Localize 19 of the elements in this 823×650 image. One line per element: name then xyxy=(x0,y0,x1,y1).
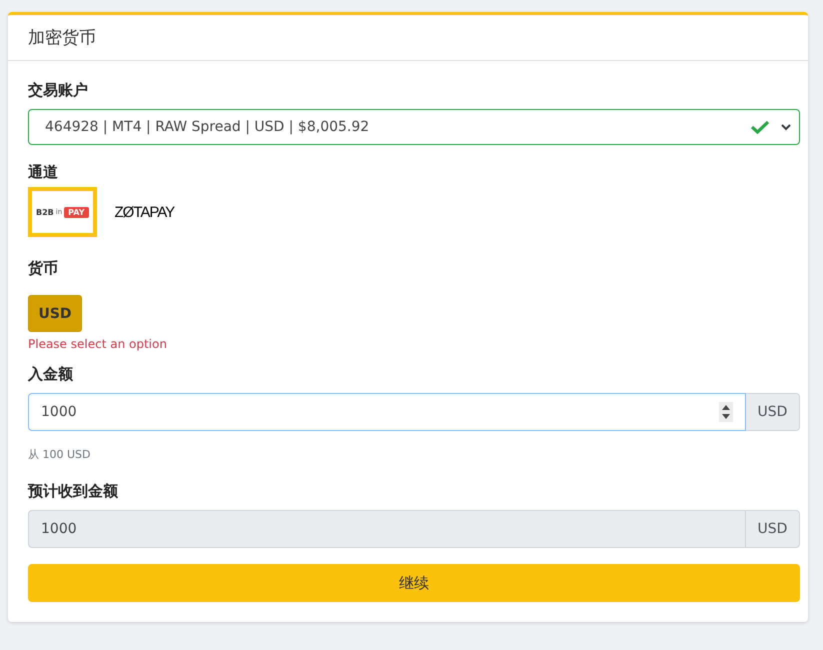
error-message: Please select an option xyxy=(28,337,167,351)
spinner-icon[interactable] xyxy=(719,402,733,422)
field-label: 通道 xyxy=(28,163,58,182)
field-label: 入金额 xyxy=(28,365,73,384)
account-select[interactable]: 464928 | MT4 | RAW Spread | USD | $8,005.92 xyxy=(28,109,800,145)
field-label: 交易账户 xyxy=(28,81,88,100)
currency-button[interactable]: USD xyxy=(28,295,82,332)
currency-addon: USD xyxy=(746,510,800,548)
amount-field[interactable]: 1000 xyxy=(28,393,746,431)
payment-channel[interactable]: ZØTAPAY xyxy=(106,187,182,237)
currency-addon: USD xyxy=(746,393,800,431)
check-icon xyxy=(751,120,769,134)
caret-icon xyxy=(781,124,791,130)
hint-text: 从 100 USD xyxy=(28,447,90,462)
card-title: 加密货币 xyxy=(28,27,96,49)
expected-amount-field[interactable]: 1000 xyxy=(28,510,746,548)
continue-button[interactable]: 继续 xyxy=(28,564,800,602)
field-label: 预计收到金额 xyxy=(28,482,118,501)
field-label: 货币 xyxy=(28,259,58,278)
